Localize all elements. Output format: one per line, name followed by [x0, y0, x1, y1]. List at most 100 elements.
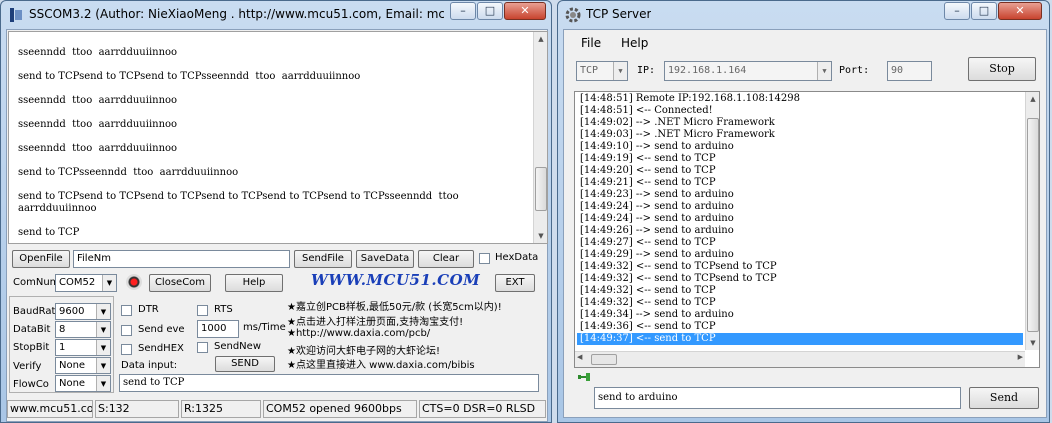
save-data-button[interactable]: SaveData — [356, 250, 414, 268]
ip-value: 192.168.1.164 — [668, 65, 747, 76]
log-entry: [14:48:51] <-- Connected! — [580, 105, 713, 116]
baud-rate-select[interactable]: 9600 ▼ — [55, 303, 111, 320]
log-entry: [14:49:32] <-- send to TCPsend to TCP — [580, 261, 777, 272]
flow-control-label: FlowCo — [13, 379, 49, 390]
log-entry: [14:49:21] <-- send to TCP — [580, 177, 716, 188]
scroll-left-arrow-icon[interactable]: ◀ — [577, 353, 582, 361]
close-button[interactable]: ✕ — [504, 2, 546, 20]
com-num-value: COM52 — [59, 277, 96, 288]
protocol-value: TCP — [580, 65, 599, 76]
scrollbar-thumb[interactable] — [1027, 118, 1039, 332]
ad-link[interactable]: ★嘉立创PCB样板,最低50元/款 (长宽5cm以内)! — [287, 298, 502, 313]
ip-select[interactable]: 192.168.1.164 ▼ — [664, 61, 832, 81]
ad-link[interactable]: ★点击进入打样注册页面,支持淘宝支付! — [287, 313, 463, 328]
send-button[interactable]: SEND — [215, 356, 275, 372]
menu-file[interactable]: File — [581, 36, 601, 50]
close-button[interactable]: ✕ — [998, 2, 1042, 20]
verify-label: Verify — [13, 361, 42, 372]
data-input-field[interactable]: send to TCP — [119, 374, 539, 392]
log-entry: [14:49:10] --> send to arduino — [580, 141, 734, 152]
data-bits-label: DataBit — [13, 324, 51, 335]
log-entry: [14:48:51] Remote IP:192.168.1.108:14298 — [580, 93, 800, 104]
baud-rate-label: BaudRat — [13, 306, 55, 317]
send-every-label: Send eve — [138, 324, 185, 335]
scroll-down-arrow-icon[interactable]: ▼ — [534, 229, 547, 243]
receive-output-area[interactable]: sseenndd ttoo aarrdduuiinnoo send to TCP… — [8, 31, 548, 244]
scroll-right-arrow-icon[interactable]: ▶ — [1018, 353, 1023, 361]
connection-log[interactable]: [14:48:51] Remote IP:192.168.1.108:14298… — [574, 91, 1040, 368]
ad-link[interactable]: ★欢迎访问大虾电子网的大虾论坛! — [287, 342, 440, 357]
maximize-button[interactable]: □ — [477, 2, 503, 20]
send-hex-checkbox[interactable] — [121, 344, 132, 355]
stop-bits-label: StopBit — [13, 342, 50, 353]
send-file-button[interactable]: SendFile — [294, 250, 352, 268]
sscom-title-bar[interactable]: SSCOM3.2 (Author: NieXiaoMeng . http://w… — [1, 1, 551, 29]
scroll-up-arrow-icon[interactable]: ▲ — [534, 32, 547, 46]
dtr-checkbox[interactable] — [121, 305, 132, 316]
log-vertical-scrollbar[interactable]: ▲ ▼ — [1025, 92, 1039, 350]
baud-rate-value: 9600 — [59, 306, 85, 317]
status-modem-lines: CTS=0 DSR=0 RLSD — [419, 400, 546, 418]
ext-button[interactable]: EXT — [495, 274, 535, 292]
log-entry: [14:49:32] <-- send to TCP — [580, 285, 716, 296]
stop-bits-value: 1 — [59, 342, 66, 353]
log-entry-selected: [14:49:37] <-- send to TCP — [577, 333, 1023, 345]
rts-label: RTS — [214, 304, 233, 315]
send-button[interactable]: Send — [969, 387, 1039, 409]
rts-checkbox[interactable] — [197, 305, 208, 316]
scroll-up-arrow-icon[interactable]: ▲ — [1026, 92, 1039, 106]
mcu51-logo[interactable]: WWW.MCU51.COM — [311, 271, 480, 289]
ad-link[interactable]: ★点这里直接进入 www.daxia.com/bibis — [287, 356, 475, 371]
chevron-down-icon: ▼ — [613, 62, 627, 80]
flow-control-value: None — [59, 378, 86, 389]
log-entry: [14:49:27] <-- send to TCP — [580, 237, 716, 248]
scrollbar-thumb[interactable] — [591, 354, 617, 365]
log-horizontal-scrollbar[interactable]: ◀ ▶ — [575, 351, 1025, 367]
verify-select[interactable]: None ▼ — [55, 357, 111, 374]
sscom-window: SSCOM3.2 (Author: NieXiaoMeng . http://w… — [0, 0, 552, 423]
ip-label: IP: — [637, 65, 656, 76]
minimize-button[interactable]: – — [944, 2, 970, 20]
close-com-button[interactable]: CloseCom — [149, 274, 211, 292]
ms-time-label: ms/Time — [243, 322, 286, 333]
menu-help[interactable]: Help — [621, 36, 648, 50]
log-entry: [14:49:32] <-- send to TCPsend to TCP — [580, 273, 777, 284]
output-scrollbar[interactable]: ▲ ▼ — [533, 32, 547, 243]
log-entry: [14:49:34] --> send to arduino — [580, 309, 734, 320]
scroll-down-arrow-icon[interactable]: ▼ — [1026, 336, 1039, 350]
output-line: sseenndd ttoo aarrdduuiinnoo — [18, 47, 178, 58]
status-received-count: R:1325 — [181, 400, 261, 418]
stop-button[interactable]: Stop — [968, 57, 1036, 81]
flow-control-select[interactable]: None ▼ — [55, 375, 111, 392]
port-field[interactable]: 90 — [887, 61, 932, 81]
stop-bits-select[interactable]: 1 ▼ — [55, 339, 111, 356]
data-bits-value: 8 — [59, 324, 66, 335]
status-site: www.mcu51.cor — [7, 400, 93, 418]
maximize-button[interactable]: □ — [971, 2, 997, 20]
log-entry: [14:49:36] <-- send to TCP — [580, 321, 716, 332]
chevron-down-icon: ▼ — [96, 376, 110, 391]
tcp-server-title-bar[interactable]: TCP Server – □ ✕ — [558, 1, 1049, 29]
minimize-button[interactable]: – — [450, 2, 476, 20]
hex-data-checkbox[interactable] — [479, 253, 490, 264]
file-name-field[interactable]: FileNm — [73, 250, 290, 268]
send-new-label: SendNew — [214, 341, 261, 352]
scrollbar-thumb[interactable] — [535, 167, 547, 211]
log-entry: [14:49:20] <-- send to TCP — [580, 165, 716, 176]
message-input[interactable]: send to arduino — [594, 387, 961, 409]
send-hex-label: SendHEX — [138, 343, 184, 354]
protocol-select[interactable]: TCP ▼ — [576, 61, 628, 81]
data-bits-select[interactable]: 8 ▼ — [55, 321, 111, 338]
output-line: send to TCPsend to TCPsend to TCPsseennd… — [18, 71, 361, 82]
help-button[interactable]: Help — [225, 274, 283, 292]
clear-button[interactable]: Clear — [418, 250, 474, 268]
sscom-client-area: sseenndd ttoo aarrdduuiinnoo send to TCP… — [6, 29, 548, 422]
open-file-button[interactable]: OpenFile — [12, 250, 70, 268]
port-status-indicator-icon — [126, 274, 142, 290]
ad-link[interactable]: ★http://www.daxia.com/pcb/ — [287, 328, 430, 339]
send-new-checkbox[interactable] — [197, 342, 208, 353]
send-every-checkbox[interactable] — [121, 325, 132, 336]
window-title: TCP Server — [586, 7, 652, 21]
com-num-select[interactable]: COM52 ▼ — [55, 274, 117, 292]
send-every-interval-field[interactable]: 1000 — [197, 320, 239, 338]
